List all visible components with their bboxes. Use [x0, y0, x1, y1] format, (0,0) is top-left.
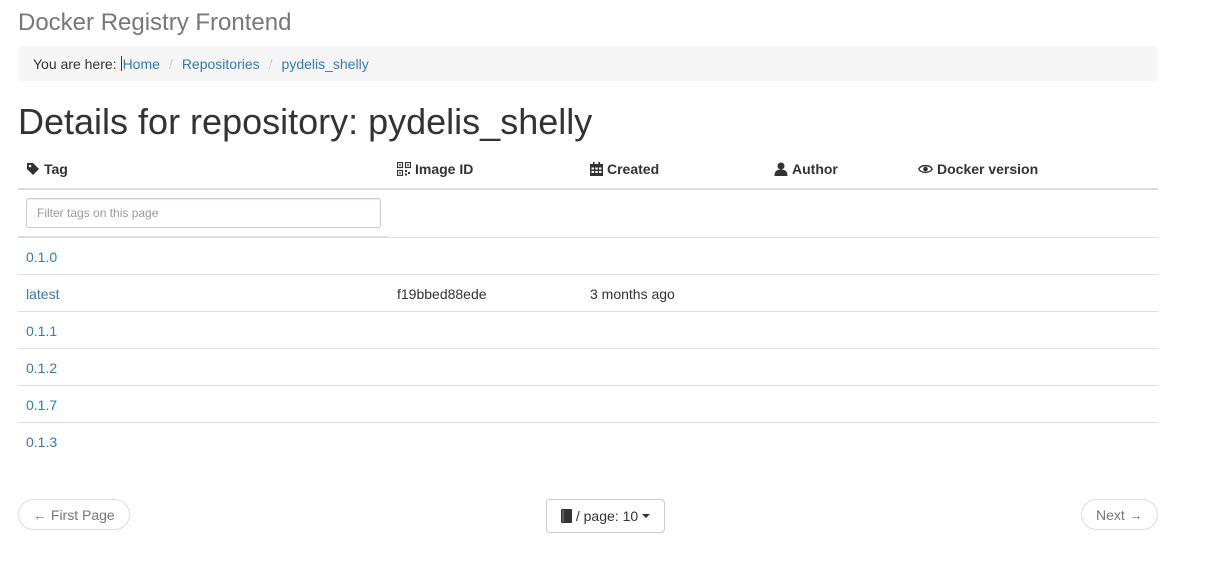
app-title[interactable]: Docker Registry Frontend: [18, 8, 291, 38]
tag-icon: [27, 163, 39, 175]
column-header-created-label: Created: [607, 161, 660, 177]
first-page-button[interactable]: ← First Page: [18, 499, 130, 530]
qrcode-icon: [397, 162, 411, 176]
per-page-label: / page: 10: [575, 508, 639, 524]
eye-icon: [918, 164, 933, 174]
table-header: Tag Image ID Created Author Docker versi…: [18, 152, 1158, 190]
table-row: 0.1.0: [18, 238, 1158, 275]
tag-link[interactable]: 0.1.3: [26, 434, 57, 450]
column-header-image-id[interactable]: Image ID: [397, 161, 473, 177]
column-header-docker-version[interactable]: Docker version: [918, 161, 1038, 177]
table-row: latest f19bbed88ede 3 months ago: [18, 275, 1158, 312]
calendar-icon: [590, 162, 603, 176]
user-icon: [774, 162, 788, 176]
tags-table: Tag Image ID Created Author Docker versi…: [18, 152, 1158, 459]
image-id-cell: f19bbed88ede: [397, 286, 487, 302]
tag-link[interactable]: 0.1.0: [26, 249, 57, 265]
column-header-author[interactable]: Author: [774, 161, 838, 177]
tag-link[interactable]: 0.1.1: [26, 323, 57, 339]
column-header-author-label: Author: [792, 161, 838, 177]
breadcrumb-separator: /: [168, 55, 173, 72]
next-page-button[interactable]: Next →: [1081, 499, 1158, 530]
column-header-docker-version-label: Docker version: [937, 161, 1039, 177]
column-header-created[interactable]: Created: [590, 161, 659, 177]
filter-tags-input[interactable]: [26, 198, 381, 228]
chevron-down-icon: [642, 514, 651, 518]
column-header-tag-label: Tag: [44, 161, 68, 177]
breadcrumb-repositories-link[interactable]: Repositories: [182, 56, 260, 72]
breadcrumb-prefix: You are here:: [33, 55, 117, 72]
table-row: 0.1.2: [18, 349, 1158, 386]
filter-row: [18, 190, 1158, 238]
created-cell: 3 months ago: [590, 286, 675, 302]
breadcrumb-separator: /: [268, 55, 273, 72]
tag-link[interactable]: 0.1.7: [26, 397, 57, 413]
table-row: 0.1.7: [18, 386, 1158, 423]
page-title: Details for repository: pydelis_shelly: [18, 101, 593, 142]
book-icon: [560, 509, 572, 523]
table-row: 0.1.3: [18, 423, 1158, 459]
per-page-dropdown[interactable]: / page: 10: [546, 499, 665, 533]
tag-link[interactable]: 0.1.2: [26, 360, 57, 376]
tag-link[interactable]: latest: [26, 286, 59, 302]
breadcrumb: You are here: Home / Repositories / pyde…: [18, 46, 1158, 81]
table-row: 0.1.1: [18, 312, 1158, 349]
text-cursor: [120, 56, 122, 71]
filter-cell: [18, 190, 388, 237]
breadcrumb-home-link[interactable]: Home: [123, 56, 160, 72]
page: Docker Registry Frontend You are here: H…: [0, 0, 1224, 579]
breadcrumb-repository-link[interactable]: pydelis_shelly: [282, 56, 369, 72]
column-header-image-id-label: Image ID: [415, 161, 474, 177]
column-header-tag[interactable]: Tag: [26, 161, 68, 177]
